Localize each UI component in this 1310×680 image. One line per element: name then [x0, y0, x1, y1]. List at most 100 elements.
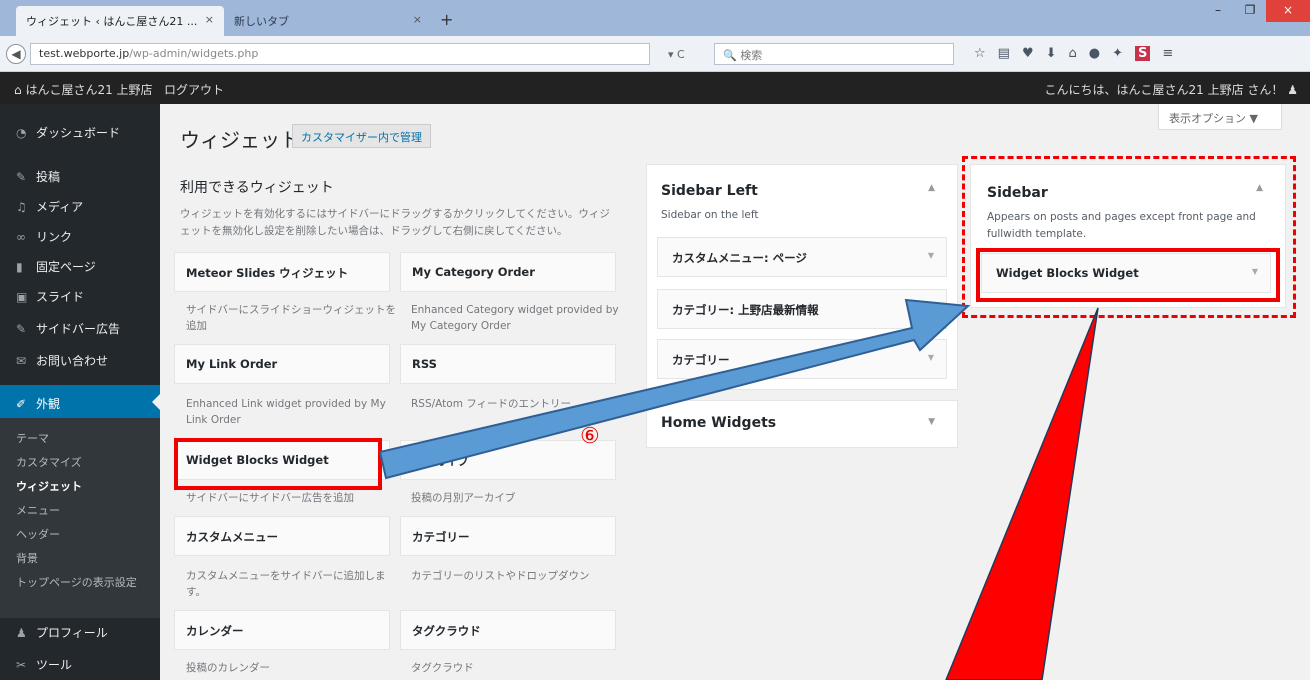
- page-icon: ▮: [16, 260, 23, 274]
- link-icon: ∞: [16, 230, 26, 244]
- sidebar-item-label: ツール: [36, 658, 73, 672]
- widget-description: カスタムメニューをサイドバーに追加します。: [186, 570, 386, 598]
- chat-icon[interactable]: ●: [1089, 46, 1100, 61]
- back-button[interactable]: ◀: [6, 44, 26, 64]
- sidebar-item-label: 外観: [36, 397, 61, 411]
- url-domain: test.webporte.jp: [39, 47, 130, 60]
- widget-categories[interactable]: カテゴリー: [400, 516, 616, 556]
- sidebar-item-appearance[interactable]: ✐ 外観: [0, 385, 160, 419]
- submenu-item-header[interactable]: ヘッダー: [16, 526, 60, 542]
- tab-label: ウィジェット ‹ はんこ屋さん21 ...: [26, 15, 198, 28]
- search-placeholder: 検索: [740, 49, 763, 62]
- sidebar-widget[interactable]: カテゴリー: 上野店最新情報 ▼: [657, 289, 947, 329]
- screen-options-button[interactable]: 表示オプション ▼: [1158, 104, 1282, 130]
- pocket-icon[interactable]: ♥: [1022, 46, 1034, 61]
- submenu-item-themes[interactable]: テーマ: [16, 430, 49, 446]
- sidebar-widget[interactable]: カスタムメニュー: ページ ▼: [657, 237, 947, 277]
- sidebar-item-label: メディア: [36, 200, 84, 214]
- widget-tag-cloud[interactable]: タグクラウド: [400, 610, 616, 650]
- home-widgets-title[interactable]: Home Widgets: [661, 415, 776, 431]
- sidebar-item-pages[interactable]: ▮ 固定ページ: [0, 248, 160, 282]
- sidebar-item-slides[interactable]: ▣ スライド: [0, 278, 160, 312]
- widget-description: RSS/Atom フィードのエントリー: [411, 398, 572, 410]
- user-icon: ♟: [16, 626, 27, 640]
- submenu-item-background[interactable]: 背景: [16, 550, 38, 566]
- tab-label: 新しいタブ: [234, 15, 289, 28]
- sidebar-item-label: サイドバー広告: [36, 322, 121, 336]
- chevron-down-icon[interactable]: ▼: [928, 353, 934, 362]
- sidebar-item-label: リンク: [36, 230, 73, 244]
- minimize-button[interactable]: –: [1202, 0, 1234, 22]
- reader-icon[interactable]: ▤: [998, 46, 1010, 61]
- close-tab-icon[interactable]: ×: [205, 13, 214, 26]
- widget-calendar[interactable]: カレンダー: [174, 610, 390, 650]
- widget-my-category-order[interactable]: My Category Order: [400, 252, 616, 292]
- greeting-link[interactable]: こんにちは、はんこ屋さん21 上野店 さん！: [1045, 83, 1284, 97]
- widget-description: タグクラウド: [411, 662, 474, 674]
- sidebar-left-description: Sidebar on the left: [661, 209, 759, 221]
- tab-new[interactable]: 新しいタブ ×: [224, 6, 432, 36]
- collapse-arrow-icon[interactable]: ▲: [928, 183, 935, 193]
- wp-sidebar: ◔ ダッシュボード ✎ 投稿 ♫ メディア ∞ リンク ▮ 固定ページ ▣ スライド ✎ サイ…: [0, 104, 160, 680]
- page-title: ウィジェット: [180, 128, 300, 152]
- sidebar-item-label: 投稿: [36, 170, 61, 184]
- close-tab-icon[interactable]: ×: [413, 13, 422, 26]
- sidebar-item-profile[interactable]: ♟ プロフィール: [0, 614, 160, 648]
- submenu-item-menus[interactable]: メニュー: [16, 502, 60, 518]
- pointer-arrow: [945, 307, 1099, 680]
- widget-description: サイドバーにサイドバー広告を追加: [186, 492, 354, 504]
- sidebar-item-tools[interactable]: ✂ ツール: [0, 646, 160, 680]
- home-icon[interactable]: ⌂: [14, 83, 22, 97]
- tab-widgets[interactable]: ウィジェット ‹ はんこ屋さん21 ... ×: [16, 6, 224, 36]
- menu-icon[interactable]: ≡: [1162, 46, 1173, 61]
- sidebar-item-contact[interactable]: ✉ お問い合わせ: [0, 342, 160, 376]
- chevron-down-icon[interactable]: ▼: [928, 251, 934, 260]
- url-bar[interactable]: test.webporte.jp/wp-admin/widgets.php: [30, 43, 650, 65]
- close-window-button[interactable]: ×: [1266, 0, 1310, 22]
- search-input[interactable]: 🔍 検索: [714, 43, 954, 65]
- maximize-button[interactable]: ❐: [1234, 0, 1266, 22]
- browser-tab-bar: ウィジェット ‹ はんこ屋さん21 ... × 新しいタブ × + – ❐ ×: [0, 0, 1310, 36]
- sidebar-item-dashboard[interactable]: ◔ ダッシュボード: [0, 114, 160, 148]
- user-icon[interactable]: ♟: [1287, 83, 1298, 97]
- widget-custom-menu[interactable]: カスタムメニュー: [174, 516, 390, 556]
- browser-toolbar: ☆ ▤ ♥ ⬇ ⌂ ● ✦ S ≡: [974, 46, 1173, 61]
- sidebar-widget[interactable]: カテゴリー ▼: [657, 339, 947, 379]
- dashboard-icon: ◔: [16, 126, 27, 140]
- sidebar-item-links[interactable]: ∞ リンク: [0, 218, 160, 252]
- sidebar-item-media[interactable]: ♫ メディア: [0, 188, 160, 222]
- sidebar-item-label: プロフィール: [36, 626, 108, 640]
- mail-icon: ✉: [16, 354, 27, 368]
- sidebar-item-sidebar-ads[interactable]: ✎ サイドバー広告: [0, 310, 160, 344]
- bookmark-star-icon[interactable]: ☆: [974, 46, 986, 61]
- widget-meteor-slides[interactable]: Meteor Slides ウィジェット: [174, 252, 390, 292]
- download-icon[interactable]: ⬇: [1046, 46, 1057, 61]
- manage-in-customizer-button[interactable]: カスタマイザー内で管理: [292, 124, 431, 148]
- home-icon[interactable]: ⌂: [1069, 46, 1077, 61]
- site-name-link[interactable]: はんこ屋さん21 上野店: [25, 83, 152, 97]
- widget-my-link-order[interactable]: My Link Order: [174, 344, 390, 384]
- chevron-down-icon[interactable]: ▼: [928, 417, 935, 427]
- widget-description: サイドバーにスライドショーウィジェットを追加: [186, 304, 396, 332]
- sidebar-item-label: スライド: [36, 290, 85, 304]
- widget-description: Enhanced Link widget provided by My Link…: [186, 398, 386, 426]
- chevron-down-icon[interactable]: ▼: [928, 303, 934, 312]
- submenu-item-widgets[interactable]: ウィジェット: [16, 478, 82, 494]
- extension-icon[interactable]: ✦: [1112, 46, 1123, 61]
- step-number-label: ⑥: [580, 424, 600, 449]
- reload-icon[interactable]: ▾ C: [668, 48, 685, 61]
- s-extension-icon[interactable]: S: [1135, 46, 1151, 61]
- widget-description: カテゴリーのリストやドロップダウン: [411, 570, 590, 582]
- logout-link[interactable]: ログアウト: [164, 83, 224, 97]
- slide-icon: ▣: [16, 290, 28, 304]
- sidebar-item-posts[interactable]: ✎ 投稿: [0, 158, 160, 192]
- submenu-item-front-page[interactable]: トップページの表示設定: [16, 574, 137, 590]
- submenu-item-customize[interactable]: カスタマイズ: [16, 454, 82, 470]
- sidebar-widget-title: カテゴリー: 上野店最新情報: [672, 303, 819, 317]
- sidebar-left-title[interactable]: Sidebar Left: [661, 183, 758, 199]
- home-widgets-panel: Home Widgets ▼: [646, 400, 958, 448]
- sidebar-item-label: お問い合わせ: [36, 354, 109, 368]
- widget-rss[interactable]: RSS: [400, 344, 616, 384]
- sidebar-left-panel: Sidebar Left ▲ Sidebar on the left カスタムメ…: [646, 164, 958, 390]
- new-tab-button[interactable]: +: [440, 10, 453, 29]
